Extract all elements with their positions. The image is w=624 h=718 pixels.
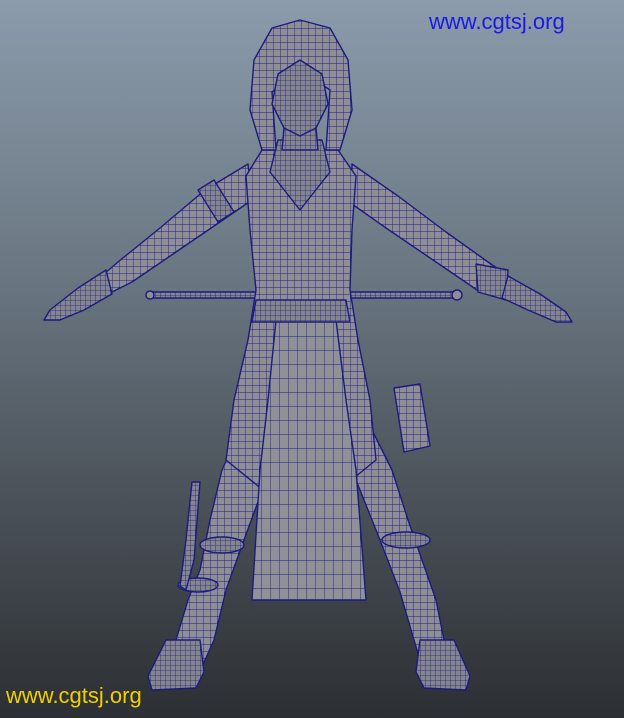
left-knee-band <box>199 536 245 554</box>
belt <box>251 299 351 323</box>
right-knee-band <box>381 531 431 549</box>
left-arm <box>103 163 253 293</box>
character-wireframe-model[interactable] <box>0 0 624 718</box>
right-hand <box>501 275 573 323</box>
left-hand <box>43 269 113 321</box>
3d-viewport[interactable]: www.cgtsj.org www.cgtsj.org <box>0 0 624 718</box>
leg-dagger <box>179 481 201 591</box>
watermark-top: www.cgtsj.org <box>429 9 565 34</box>
left-boot <box>147 639 205 691</box>
right-boot <box>415 639 471 691</box>
hip-pouch <box>393 383 431 453</box>
watermark-bottom: www.cgtsj.org <box>6 683 142 708</box>
